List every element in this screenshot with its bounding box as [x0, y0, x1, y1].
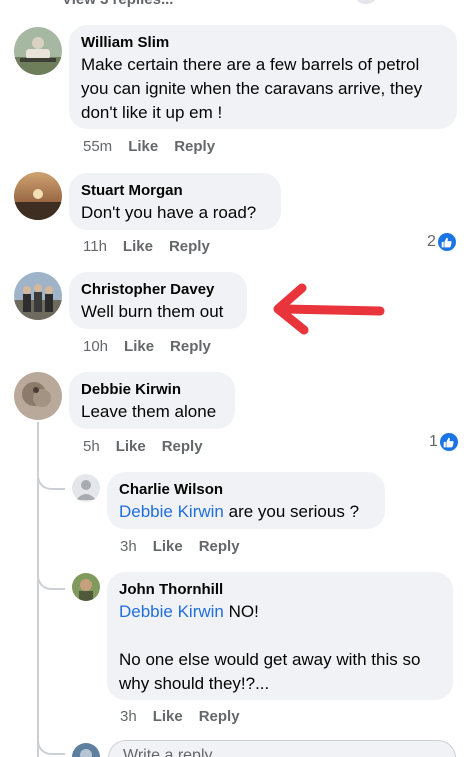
thread-connector: [37, 460, 65, 490]
current-user-avatar: [72, 743, 100, 757]
comment-text: Make certain there are a few barrels of …: [81, 55, 423, 122]
comment-author[interactable]: William Slim: [81, 33, 445, 53]
comment-bubble: Debbie Kirwin Leave them alone: [69, 372, 235, 429]
comment-time: 10h: [83, 338, 109, 355]
comment-author[interactable]: Debbie Kirwin: [81, 380, 223, 400]
reply-actions: 3h Like Reply: [120, 708, 256, 725]
comment-actions: 10h Like Reply: [83, 338, 227, 355]
comment-bubble: Christopher Davey Well burn them out: [69, 272, 247, 329]
like-button[interactable]: Like: [153, 538, 183, 555]
comment-text: Don't you have a road?: [81, 203, 257, 222]
reply-button[interactable]: Reply: [199, 538, 240, 555]
reply-bubble: Charlie Wilson Debbie Kirwin are you ser…: [107, 472, 385, 529]
reply-button[interactable]: Reply: [169, 238, 210, 255]
reaction-number: 1: [429, 433, 438, 450]
mention-tag[interactable]: Debbie Kirwin: [119, 602, 224, 621]
comment-time: 55m: [83, 138, 113, 155]
reply-time: 3h: [120, 708, 137, 725]
reply-time: 3h: [120, 538, 137, 555]
reply-button[interactable]: Reply: [162, 438, 203, 455]
comment-time: 11h: [83, 238, 107, 255]
reply-actions: 3h Like Reply: [120, 538, 256, 555]
reply-bubble: John Thornhill Debbie Kirwin NO! No one …: [107, 572, 453, 700]
reaction-count[interactable]: 2: [427, 233, 456, 251]
like-button[interactable]: Like: [153, 708, 183, 725]
reply-author[interactable]: Charlie Wilson: [119, 480, 373, 500]
comment-author[interactable]: Stuart Morgan: [81, 181, 269, 201]
reply-input-placeholder: Write a reply...: [123, 747, 225, 757]
avatar-default[interactable]: [72, 474, 100, 502]
like-button[interactable]: Like: [123, 238, 153, 255]
comment-author[interactable]: Christopher Davey: [81, 280, 235, 300]
reply-button[interactable]: Reply: [174, 138, 215, 155]
like-reaction-icon: [437, 233, 456, 251]
comment-actions: 55m Like Reply: [83, 138, 231, 155]
like-button[interactable]: Like: [116, 438, 146, 455]
comment-text: Leave them alone: [81, 402, 217, 421]
comment-bubble: Stuart Morgan Don't you have a road?: [69, 173, 281, 230]
reaction-count[interactable]: 1: [429, 433, 458, 451]
view-replies-link[interactable]: View 3 replies...: [62, 0, 173, 8]
avatar[interactable]: [72, 573, 100, 601]
reply-button[interactable]: Reply: [199, 708, 240, 725]
avatar[interactable]: [14, 272, 62, 320]
mention-tag[interactable]: Debbie Kirwin: [119, 502, 224, 521]
like-button[interactable]: Like: [128, 138, 158, 155]
reaction-number: 2: [427, 233, 436, 250]
comment-time: 5h: [83, 438, 100, 455]
avatar[interactable]: [14, 172, 62, 220]
reply-button[interactable]: Reply: [170, 338, 211, 355]
thread-connector: [37, 560, 65, 590]
avatar[interactable]: [14, 27, 62, 75]
like-button[interactable]: Like: [124, 338, 154, 355]
reply-input[interactable]: Write a reply...: [108, 740, 456, 757]
thread-connector: [37, 728, 65, 755]
reply-text: Debbie Kirwin are you serious ?: [119, 502, 360, 521]
like-reaction-icon: [439, 433, 458, 451]
avatar[interactable]: [14, 372, 62, 420]
comment-actions: 11h Like Reply: [83, 238, 226, 255]
cut-off-icon: [355, 0, 377, 4]
reply-text-continued: No one else would get away with this so …: [119, 650, 421, 693]
arrow-annotation: [273, 283, 385, 335]
comment-actions: 5h Like Reply: [83, 438, 219, 455]
comment-text: Well burn them out: [81, 302, 224, 321]
reply-author[interactable]: John Thornhill: [119, 580, 441, 600]
comment-bubble: William Slim Make certain there are a fe…: [69, 25, 457, 129]
reply-text: Debbie Kirwin NO!: [119, 602, 259, 621]
